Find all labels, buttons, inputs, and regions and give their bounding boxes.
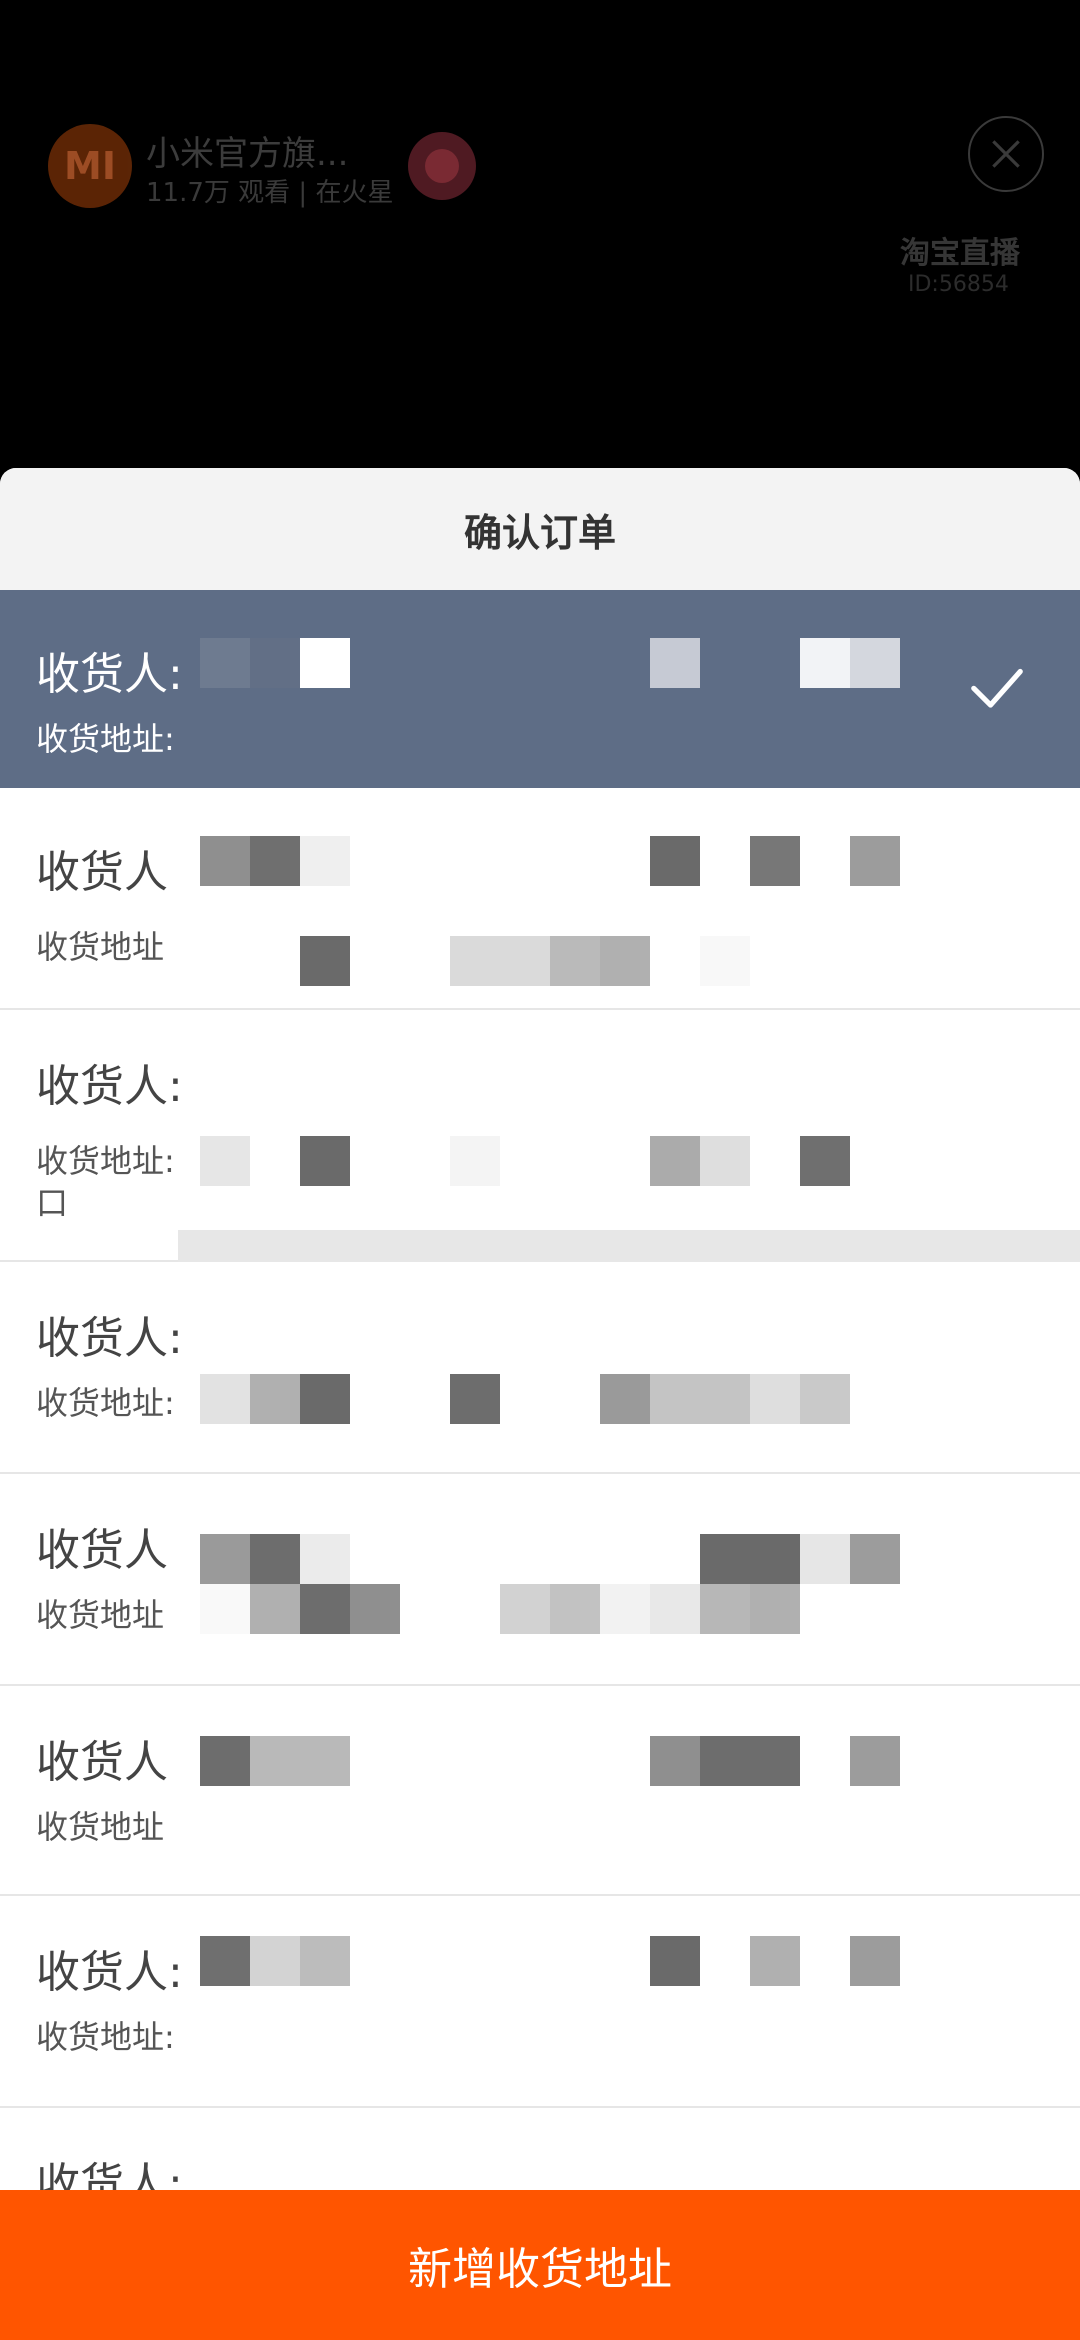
- add-address-button[interactable]: 新增收货地址: [0, 2190, 1080, 2340]
- sheet-header: 确认订单: [0, 468, 1080, 590]
- follow-badge-icon[interactable]: [408, 132, 476, 200]
- close-icon: [992, 140, 1020, 168]
- shop-name[interactable]: 小米官方旗...: [146, 126, 348, 175]
- masked-info: [175, 1010, 1080, 1260]
- masked-info: [175, 590, 1080, 788]
- address-label: 收货地址:: [36, 1142, 175, 1180]
- address-item[interactable]: 收货人: 收货地址:: [0, 590, 1080, 788]
- address-label: 收货地址: [36, 1596, 165, 1634]
- shop-logo[interactable]: MI: [48, 124, 132, 208]
- address-item[interactable]: 收货人 收货地址: [0, 798, 1080, 1010]
- address-item[interactable]: 收货人 收货地址: [0, 1474, 1080, 1686]
- confirm-order-sheet: 确认订单 收货人: 收货地址: 收货人 收货地址 收货人: 收货地址: 口 收货…: [0, 468, 1080, 2340]
- checkmark-icon: [971, 668, 1023, 708]
- recipient-label: 收货人:: [36, 1313, 183, 1364]
- live-stats: 11.7万 观看 | 在火星: [146, 178, 394, 208]
- recipient-label: 收货人: [36, 1737, 168, 1788]
- address-item[interactable]: 收货人: 收货地址: 口: [0, 1010, 1080, 1280]
- address-item[interactable]: 收货人 收货地址: [0, 1686, 1080, 1896]
- address-item[interactable]: 收货人: 收货地址:: [0, 1896, 1080, 2108]
- address-label: 收货地址:: [36, 720, 175, 758]
- masked-info: [175, 1896, 1080, 2106]
- masked-info: [175, 1262, 1080, 1472]
- address-label: 收货地址: [36, 928, 165, 966]
- address-label: 收货地址:: [36, 1384, 175, 1422]
- recipient-label: 收货人:: [36, 649, 183, 700]
- recipient-label: 收货人: [36, 847, 168, 898]
- masked-info: [175, 1686, 1080, 1894]
- recipient-label: 收货人:: [36, 1061, 183, 1112]
- recipient-label: 收货人:: [36, 1947, 183, 1998]
- masked-info: [175, 798, 1080, 1008]
- address-label: 收货地址: [36, 1808, 165, 1846]
- address-label: 收货地址:: [36, 2018, 175, 2056]
- watermark: 淘宝直播: [900, 236, 1020, 271]
- masked-info: [175, 1474, 1080, 1684]
- address-item[interactable]: 收货人: 收货地址:: [0, 1262, 1080, 1474]
- sheet-title: 确认订单: [463, 510, 616, 555]
- watermark-id: ID:56854: [908, 272, 1009, 297]
- address-continuation: 口: [36, 1184, 69, 1222]
- close-button[interactable]: [968, 116, 1044, 192]
- address-list: 收货人: 收货地址: 收货人 收货地址 收货人: 收货地址: 口 收货人: 收货…: [0, 590, 1080, 2308]
- live-header: MI 小米官方旗... 11.7万 观看 | 在火星 淘宝直播 ID:56854: [0, 0, 1080, 470]
- recipient-label: 收货人: [36, 1525, 168, 1576]
